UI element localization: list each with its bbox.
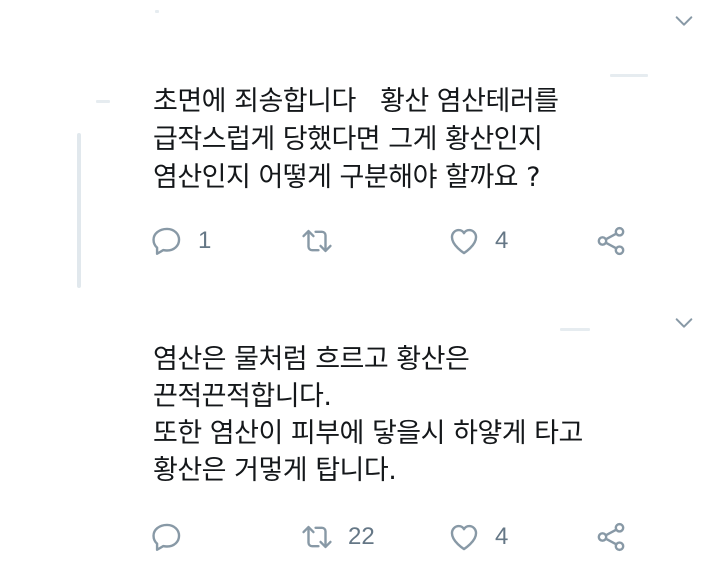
faint-artifact: [155, 10, 159, 13]
heart-icon: [450, 524, 478, 551]
tweet-2[interactable]: 염산은 물처럼 흐르고 황산은 끈적끈적합니다. 또한 염산이 피부에 닿을시 …: [0, 300, 719, 565]
tweet-text: 염산은 물처럼 흐르고 황산은 끈적끈적합니다. 또한 염산이 피부에 닿을시 …: [153, 344, 583, 486]
reply-button[interactable]: [150, 517, 198, 557]
tweet-1[interactable]: 초면에 죄송합니다 황산 염산테러를 급작스럽게 당했다면 그게 황산인지 염산…: [0, 0, 719, 300]
share-button[interactable]: [594, 517, 628, 557]
like-count: 4: [495, 523, 509, 550]
like-count: 4: [495, 227, 509, 254]
heart-icon: [450, 228, 478, 255]
share-icon: [597, 522, 625, 552]
share-icon: [597, 226, 625, 256]
like-button[interactable]: 4: [447, 221, 508, 261]
reply-button[interactable]: 1: [150, 221, 211, 261]
chevron-down-icon[interactable]: [673, 10, 695, 32]
faint-artifact: [560, 328, 590, 331]
faint-artifact: [96, 100, 110, 103]
retweet-button[interactable]: 22: [300, 517, 375, 557]
like-button[interactable]: 4: [447, 517, 508, 557]
faint-artifact: [610, 74, 648, 77]
retweet-icon: [302, 525, 332, 549]
retweet-count: 22: [348, 523, 375, 550]
chevron-down-icon[interactable]: [673, 312, 695, 334]
reply-count: 1: [198, 227, 212, 254]
reply-icon: [152, 523, 181, 551]
tweet-text: 초면에 죄송합니다 황산 염산테러를 급작스럽게 당했다면 그게 황산인지 염산…: [153, 86, 559, 193]
share-button[interactable]: [594, 221, 628, 261]
reply-icon: [152, 227, 181, 255]
retweet-button[interactable]: [300, 221, 348, 261]
retweet-icon: [302, 229, 332, 253]
